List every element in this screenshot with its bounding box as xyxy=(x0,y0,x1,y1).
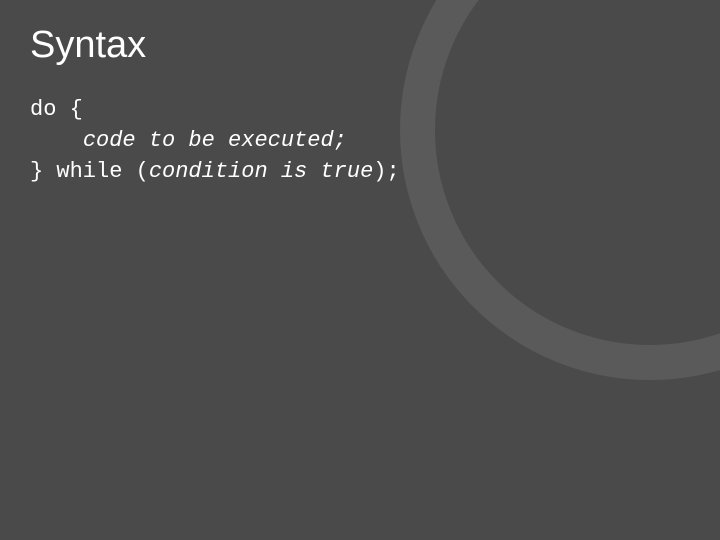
slide-title: Syntax xyxy=(30,24,690,67)
code-line3-paren-close: ); xyxy=(373,159,399,184)
code-line3-paren-open: ( xyxy=(136,159,149,184)
slide-content: Syntax do { code to be executed; } while… xyxy=(0,0,720,211)
code-line1-brace: { xyxy=(70,97,83,122)
code-block: do { code to be executed; } while (condi… xyxy=(30,95,690,187)
code-line3-brace: } xyxy=(30,159,56,184)
code-line3-condition: condition is true xyxy=(149,159,373,184)
code-line3-keyword: while xyxy=(56,159,135,184)
code-line2-text: code to be executed; xyxy=(83,128,347,153)
code-line1-keyword: do xyxy=(30,97,70,122)
code-line2-indent xyxy=(30,128,83,153)
